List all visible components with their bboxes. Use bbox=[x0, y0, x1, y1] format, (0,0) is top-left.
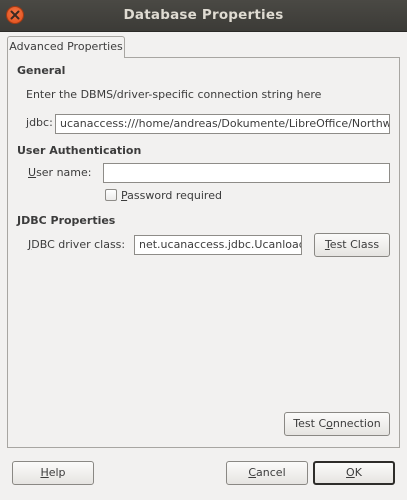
general-heading: General bbox=[17, 64, 66, 77]
jdbc-driver-class-label: JDBC driver class: bbox=[28, 238, 125, 251]
test-class-label-rest: est Class bbox=[329, 238, 380, 251]
title-bar[interactable]: Database Properties bbox=[0, 0, 407, 32]
connection-string-description: Enter the DBMS/driver-specific connectio… bbox=[26, 88, 322, 101]
help-button[interactable]: Help bbox=[12, 461, 94, 485]
password-required-checkbox[interactable] bbox=[105, 189, 117, 201]
password-required-label-rest: assword required bbox=[127, 189, 222, 202]
jdbc-label: jdbc: bbox=[26, 116, 53, 129]
advanced-properties-panel: General Enter the DBMS/driver-specific c… bbox=[7, 57, 400, 448]
username-label-mnemonic: U bbox=[28, 166, 37, 179]
user-authentication-heading: User Authentication bbox=[17, 144, 142, 157]
test-connection-label-pre: Test C bbox=[293, 417, 327, 430]
username-field[interactable] bbox=[103, 163, 390, 183]
password-required-label[interactable]: Password required bbox=[121, 189, 222, 202]
jdbc-url-field[interactable]: ucanaccess:///home/andreas/Dokumente/Lib… bbox=[55, 114, 390, 134]
help-label-rest: elp bbox=[48, 466, 66, 479]
ok-label-rest: K bbox=[354, 466, 362, 479]
username-label-rest: ser name: bbox=[36, 166, 92, 179]
ok-mnemonic: O bbox=[346, 466, 355, 479]
jdbc-driver-class-field[interactable]: net.ucanaccess.jdbc.UcanloadDriver bbox=[134, 235, 302, 255]
jdbc-label-rest: dbc: bbox=[29, 116, 53, 129]
cancel-button[interactable]: Cancel bbox=[226, 461, 308, 485]
cancel-mnemonic: C bbox=[248, 466, 257, 479]
help-mnemonic: H bbox=[40, 466, 49, 479]
test-connection-button[interactable]: Test Connection bbox=[284, 412, 390, 436]
test-class-button[interactable]: Test Class bbox=[314, 233, 390, 257]
window-title: Database Properties bbox=[123, 7, 284, 23]
cancel-label-rest: ancel bbox=[256, 466, 286, 479]
database-properties-dialog: Database Properties Advanced Properties … bbox=[0, 0, 407, 500]
test-connection-mnemonic: o bbox=[326, 417, 333, 430]
tab-advanced-properties[interactable]: Advanced Properties bbox=[7, 36, 125, 58]
jdbc-driver-class-label-rest: DBC driver class: bbox=[31, 238, 126, 251]
test-connection-label-rest: nnection bbox=[332, 417, 381, 430]
ok-button[interactable]: OK bbox=[313, 461, 395, 485]
username-label: User name: bbox=[28, 166, 91, 179]
jdbc-properties-heading: JDBC Properties bbox=[17, 214, 116, 227]
